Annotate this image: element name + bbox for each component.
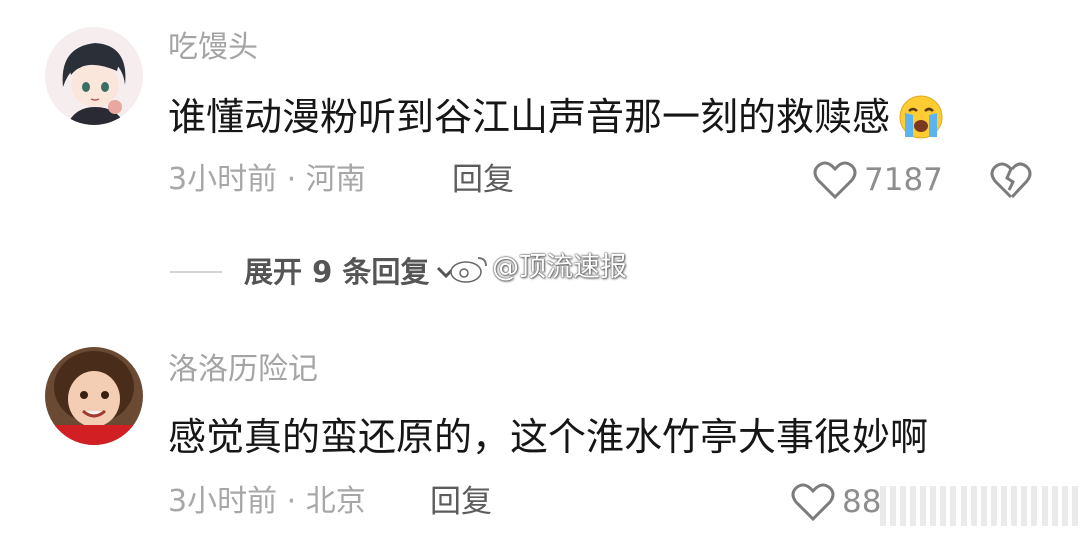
avatar[interactable] bbox=[45, 27, 143, 125]
dislike-button[interactable] bbox=[990, 162, 1032, 204]
comment-text: 感觉真的蛮还原的，这个淮水竹亭大事很妙啊 bbox=[168, 415, 929, 459]
like-button[interactable]: 7187 bbox=[812, 160, 943, 200]
username[interactable]: 洛洛历险记 bbox=[168, 350, 318, 390]
comment-text: 谁懂动漫粉听到谷江山声音那一刻的救赎感 bbox=[168, 92, 946, 142]
comment-meta: 3小时前 · 北京 bbox=[168, 484, 366, 519]
avatar[interactable] bbox=[45, 347, 143, 445]
crying-face-icon bbox=[896, 93, 946, 141]
expand-replies-button[interactable]: 展开 9 条回复 bbox=[170, 252, 457, 292]
watermark: @顶流速报 bbox=[448, 250, 627, 286]
like-button[interactable]: 88 bbox=[790, 482, 881, 522]
heart-icon bbox=[812, 160, 858, 200]
comment-text-body: 谁懂动漫粉听到谷江山声音那一刻的救赎感 bbox=[168, 95, 891, 139]
expand-replies-label: 展开 9 条回复 bbox=[244, 255, 430, 289]
username[interactable]: 吃馒头 bbox=[168, 28, 258, 68]
like-count: 88 bbox=[842, 484, 882, 520]
comment-item: 吃馒头 谁懂动漫粉听到谷江山声音那一刻的救赎感 3小时前 · 河南 回复 718… bbox=[0, 0, 1080, 230]
heart-icon bbox=[790, 482, 836, 522]
watermark-text: @顶流速报 bbox=[492, 252, 627, 283]
divider bbox=[170, 271, 222, 273]
reply-button[interactable]: 回复 bbox=[452, 160, 514, 200]
like-count: 7187 bbox=[864, 162, 943, 198]
watermark-strip bbox=[880, 486, 1080, 526]
reply-button[interactable]: 回复 bbox=[430, 482, 492, 522]
weibo-logo-icon bbox=[448, 252, 490, 284]
comment-meta: 3小时前 · 河南 bbox=[168, 162, 366, 197]
broken-heart-icon bbox=[990, 162, 1032, 199]
